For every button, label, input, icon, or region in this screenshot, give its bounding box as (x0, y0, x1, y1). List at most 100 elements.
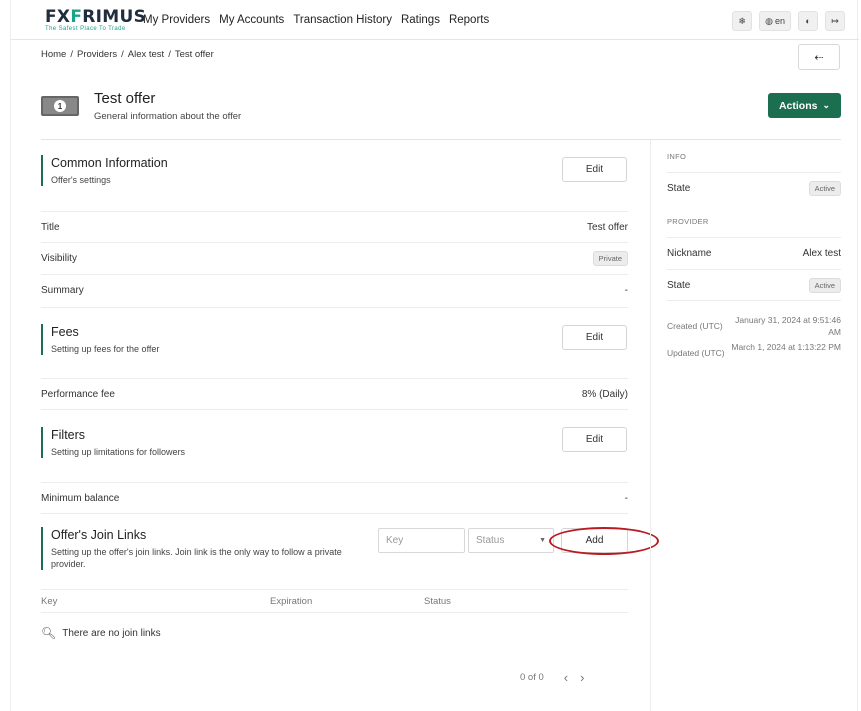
arrow-left-icon: ⇠ (814, 51, 824, 64)
chevron-right-icon[interactable]: › (580, 670, 584, 685)
join-links-divider (41, 513, 628, 526)
chevron-down-icon: ⌄ (822, 100, 831, 110)
breadcrumb-separator: / (168, 49, 171, 60)
updated-label: Updated (UTC) (667, 348, 725, 358)
side-label: Nickname (667, 248, 712, 259)
info-state-row: State Active (667, 172, 841, 204)
visibility-row: Visibility Private (41, 242, 628, 273)
snowflake-icon: ❄ (738, 15, 746, 26)
filters-section: Filters Setting up limitations for follo… (41, 427, 628, 458)
created-value: January 31, 2024 at 9:51:46 AM (735, 315, 841, 337)
nav-ratings[interactable]: Ratings (401, 14, 440, 26)
column-key: Key (41, 596, 58, 607)
logo-text-b: RIMUS (82, 7, 147, 27)
language-button[interactable]: ◍ en (759, 11, 791, 31)
row-value: Test offer (587, 221, 628, 233)
fees-divider (41, 307, 628, 322)
top-navigation: FXFRIMUS The Safest Place To Trade My Pr… (11, 0, 859, 40)
logout-button[interactable]: ↦ (825, 11, 845, 31)
page-title: Test offer (94, 90, 156, 107)
header-divider (41, 139, 841, 140)
search-icon: 🔍︎ (41, 626, 57, 640)
language-label: en (774, 16, 785, 26)
row-value: - (624, 492, 628, 504)
created-label: Created (UTC) (667, 321, 723, 331)
banknote-icon-number: 1 (54, 100, 66, 112)
section-title: Offer's Join Links (51, 528, 147, 542)
main-nav: My Providers My Accounts Transaction His… (143, 14, 489, 26)
common-information-section: Common Information Offer's settings Edit (41, 155, 628, 186)
fees-section: Fees Setting up fees for the offer Edit (41, 324, 628, 355)
nav-reports[interactable]: Reports (449, 14, 489, 26)
provider-state-badge: Active (808, 277, 841, 293)
page-subtitle: General information about the offer (94, 111, 242, 122)
row-label: Minimum balance (41, 492, 120, 504)
status-placeholder: Status (476, 535, 505, 546)
logout-icon: ↦ (831, 15, 839, 26)
provider-state-row: State Active (667, 269, 841, 301)
breadcrumb-providers[interactable]: Providers (77, 49, 117, 60)
key-input[interactable]: Key (378, 528, 465, 553)
edit-common-button[interactable]: Edit (562, 157, 627, 182)
section-header: Offer's Join Links Setting up the offer'… (41, 527, 371, 570)
visibility-badge: Private (592, 250, 628, 266)
breadcrumb-provider[interactable]: Alex test (128, 49, 164, 60)
page-count: 0 of 0 (520, 672, 544, 683)
row-label: Performance fee (41, 388, 115, 400)
breadcrumb-home[interactable]: Home (41, 49, 66, 60)
actions-button[interactable]: Actions ⌄ (768, 93, 841, 118)
side-label: State (667, 183, 691, 194)
side-label: State (667, 279, 691, 291)
status-select[interactable]: Status ▼ (468, 528, 554, 553)
chevron-left-icon[interactable]: ‹ (564, 670, 568, 685)
actions-label: Actions (778, 99, 818, 112)
provider-caption: PROVIDER (667, 217, 709, 226)
section-header: Common Information Offer's settings (41, 155, 628, 186)
row-label: Title (41, 221, 60, 233)
nickname-value: Alex test (802, 248, 841, 259)
section-title: Common Information (51, 156, 168, 170)
join-links-table-header (41, 589, 628, 613)
brand-logo[interactable]: FXFRIMUS The Safest Place To Trade (45, 8, 146, 33)
row-label: Visibility (41, 252, 77, 264)
top-buttons: ❄ ◍ en ◐ ↦ (732, 11, 845, 31)
side-divider (650, 140, 651, 711)
summary-row: Summary - (41, 274, 628, 305)
edit-fees-button[interactable]: Edit (562, 325, 627, 350)
row-value: - (624, 284, 628, 296)
logo-text-a: FX (45, 7, 71, 27)
banknote-icon: 1 (41, 96, 79, 116)
highlight-ellipse (549, 527, 659, 555)
row-value: 8% (Daily) (581, 388, 628, 400)
filters-divider (41, 409, 628, 424)
logo-text-o: F (70, 7, 83, 27)
breadcrumb-current: Test offer (174, 49, 214, 60)
nickname-row: Nickname Alex test (667, 237, 841, 269)
contrast-icon: ◐ (805, 16, 811, 26)
updated-value: March 1, 2024 at 1:13:22 PM (731, 342, 841, 352)
info-caption: INFO (667, 152, 687, 161)
app-frame: FXFRIMUS The Safest Place To Trade My Pr… (10, 0, 859, 711)
section-subtitle: Offer's settings (51, 175, 111, 185)
caret-down-icon: ▼ (539, 537, 546, 544)
section-header: Filters Setting up limitations for follo… (41, 427, 628, 458)
back-button[interactable]: ⇠ (798, 44, 840, 70)
section-subtitle: Setting up the offer's join links. Join … (51, 547, 342, 569)
settings-button[interactable]: ❄ (732, 11, 753, 31)
pagination: 0 of 0 ‹ › (520, 670, 584, 685)
row-label: Summary (41, 284, 84, 296)
breadcrumb: Home / Providers / Alex test / Test offe… (41, 49, 214, 60)
nav-my-providers[interactable]: My Providers (143, 14, 210, 26)
globe-icon: ◍ (765, 15, 773, 26)
title-row: Title Test offer (41, 211, 628, 242)
join-links-section: Offer's Join Links Setting up the offer'… (41, 527, 371, 570)
empty-state-text: There are no join links (62, 627, 161, 639)
nav-transaction-history[interactable]: Transaction History (293, 14, 392, 26)
nav-my-accounts[interactable]: My Accounts (219, 14, 284, 26)
logo-tagline: The Safest Place To Trade (45, 26, 126, 32)
minimum-balance-row: Minimum balance - (41, 482, 628, 513)
section-title: Fees (51, 325, 79, 339)
breadcrumb-separator: / (70, 49, 73, 60)
theme-toggle-button[interactable]: ◐ (798, 11, 818, 31)
edit-filters-button[interactable]: Edit (562, 427, 627, 452)
